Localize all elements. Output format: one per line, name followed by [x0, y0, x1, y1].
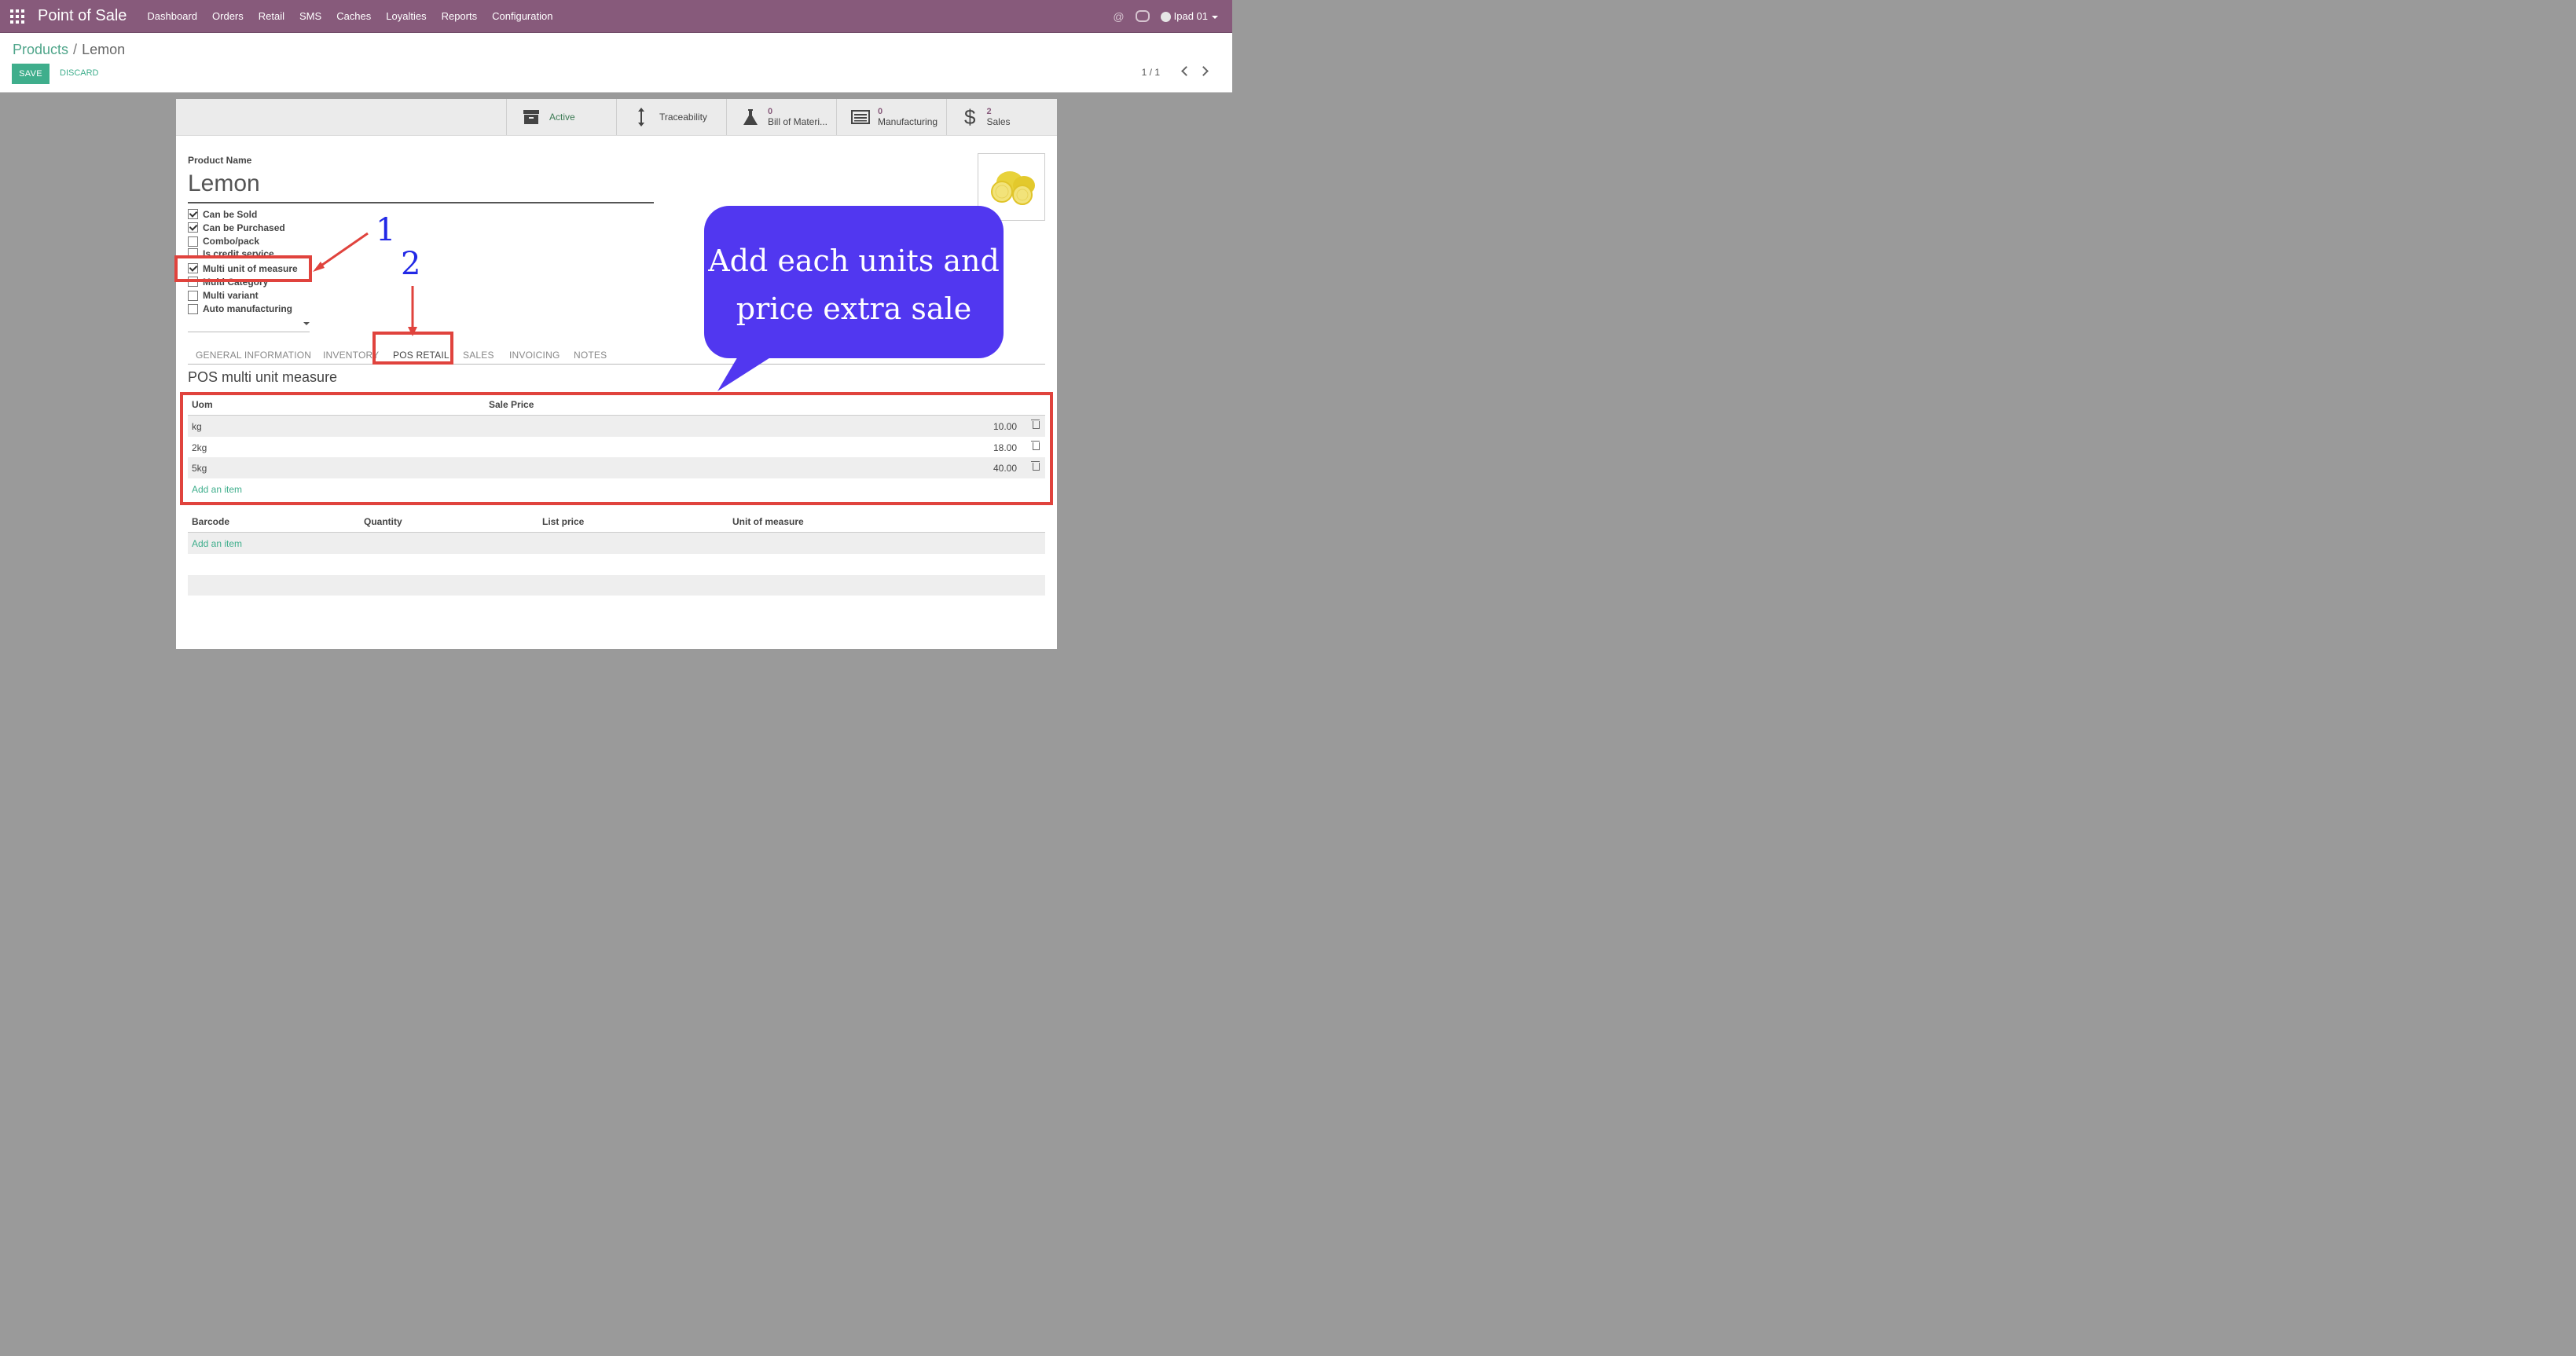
annotation-step-1: 1	[376, 212, 396, 248]
callout-tail	[717, 355, 774, 391]
arrow-1	[316, 232, 369, 270]
annotation-step-2: 2	[401, 246, 421, 282]
callout-line-1: Add each units and	[708, 244, 1000, 278]
callout-bubble: Add each units and price extra sale	[704, 206, 1004, 358]
arrowhead-2	[408, 327, 417, 336]
callout-line-2: price extra sale	[736, 291, 972, 326]
annotation-arrows	[313, 232, 774, 391]
